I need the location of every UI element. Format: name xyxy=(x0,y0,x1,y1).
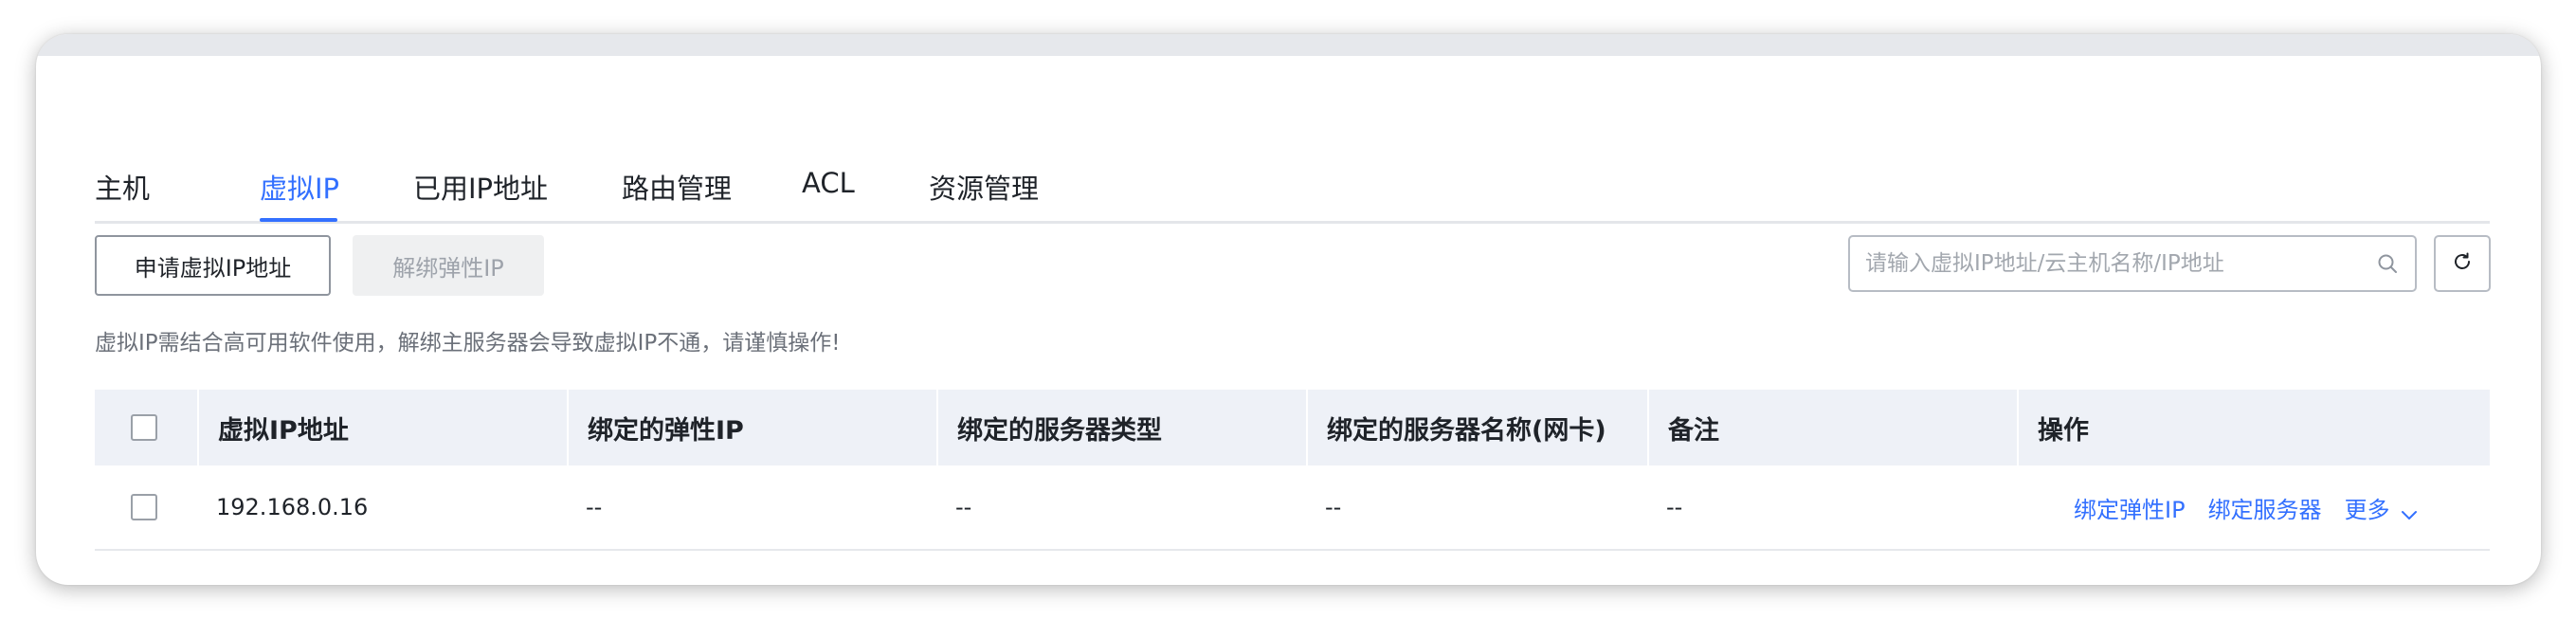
more-label: 更多 xyxy=(2344,496,2390,523)
search-box xyxy=(1848,235,2417,292)
cell-server-type: -- xyxy=(955,494,972,520)
cell-actions: 绑定弹性IP 绑定服务器 更多 xyxy=(2074,465,2419,549)
tab-resource-management[interactable]: 资源管理 xyxy=(929,167,1039,207)
chevron-down-icon xyxy=(2400,501,2419,520)
table-row: 192.168.0.16 -- -- -- -- 绑定弹性IP 绑定服务器 更多 xyxy=(95,465,2490,551)
tab-used-ip[interactable]: 已用IP地址 xyxy=(413,167,548,207)
active-tab-indicator xyxy=(260,218,337,222)
tab-acl[interactable]: ACL xyxy=(802,167,855,199)
select-all-cell xyxy=(131,390,157,465)
unbind-eip-button[interactable]: 解绑弹性IP xyxy=(353,235,544,296)
refresh-button[interactable] xyxy=(2434,235,2491,292)
app-window: 主机 虚拟IP 已用IP地址 路由管理 ACL 资源管理 申请虚拟IP地址 解绑… xyxy=(36,34,2541,585)
tab-virtual-ip[interactable]: 虚拟IP xyxy=(260,167,339,207)
bind-server-link[interactable]: 绑定服务器 xyxy=(2208,491,2322,524)
column-header-actions: 操作 xyxy=(2017,390,2490,465)
row-checkbox[interactable] xyxy=(131,494,157,520)
cell-eip: -- xyxy=(586,494,603,520)
select-all-checkbox[interactable] xyxy=(131,414,157,441)
refresh-icon xyxy=(2451,250,2474,277)
column-header-eip: 绑定的弹性IP xyxy=(567,390,936,465)
more-actions-dropdown[interactable]: 更多 xyxy=(2345,491,2419,524)
cell-remark: -- xyxy=(1666,494,1683,520)
bind-eip-link[interactable]: 绑定弹性IP xyxy=(2074,491,2186,524)
row-select-cell xyxy=(131,465,157,549)
tab-route-management[interactable]: 路由管理 xyxy=(622,167,732,207)
column-header-remark: 备注 xyxy=(1647,390,2017,465)
column-header-virtual-ip: 虚拟IP地址 xyxy=(197,390,567,465)
search-input[interactable] xyxy=(1865,245,2358,283)
column-header-server-type: 绑定的服务器类型 xyxy=(936,390,1306,465)
virtual-ip-table: 虚拟IP地址 绑定的弹性IP 绑定的服务器类型 绑定的服务器名称(网卡) 备注 … xyxy=(95,390,2490,551)
column-header-server-name: 绑定的服务器名称(网卡) xyxy=(1306,390,1647,465)
warning-hint-text: 虚拟IP需结合高可用软件使用，解绑主服务器会导致虚拟IP不通，请谨慎操作! xyxy=(95,331,841,356)
cell-virtual-ip: 192.168.0.16 xyxy=(216,494,369,520)
window-top-strip xyxy=(36,34,2541,56)
apply-virtual-ip-button[interactable]: 申请虚拟IP地址 xyxy=(95,235,331,296)
cell-server-name: -- xyxy=(1325,494,1342,520)
table-header: 虚拟IP地址 绑定的弹性IP 绑定的服务器类型 绑定的服务器名称(网卡) 备注 … xyxy=(95,390,2490,465)
tab-bar: 主机 虚拟IP 已用IP地址 路由管理 ACL 资源管理 xyxy=(95,131,2490,224)
tab-host[interactable]: 主机 xyxy=(95,167,150,207)
search-icon[interactable] xyxy=(2376,252,2399,275)
